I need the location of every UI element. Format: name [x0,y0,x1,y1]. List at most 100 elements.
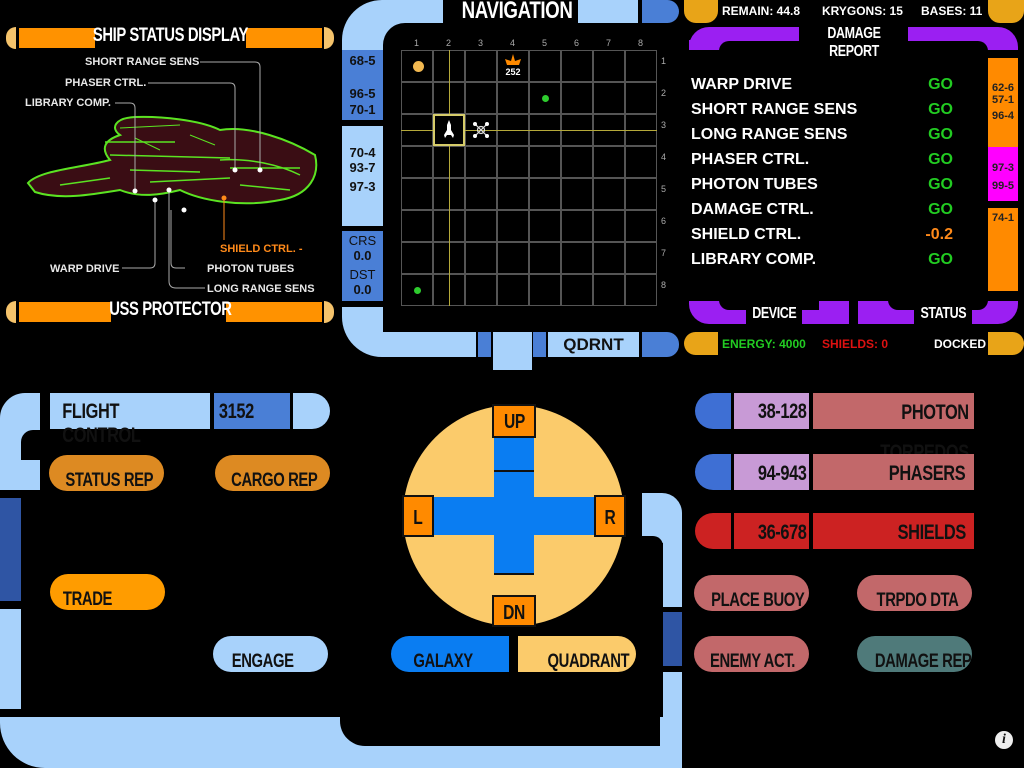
grid-cell[interactable] [593,82,625,114]
quadrant-grid[interactable]: 1 2 3 4 5 6 7 8 1 2 3 4 5 6 7 8 252 [401,38,666,306]
nav-code-block-1: 68-5 96-5 70-1 [342,50,383,120]
down-label: DN [503,602,525,624]
grid-cell[interactable] [465,210,497,242]
enemy-ship-icon[interactable]: 252 [497,50,529,82]
nav-code: 97-3 [349,179,376,194]
cargo-rep-button[interactable]: CARGO REP [215,455,330,491]
grid-cell[interactable] [593,146,625,178]
grid-cell[interactable] [401,82,433,114]
grid-cell[interactable] [625,146,657,178]
grid-cell[interactable] [401,146,433,178]
nav-code: 70-4 [349,145,376,160]
device-status: GO [928,251,953,268]
grid-cell[interactable] [465,274,497,306]
starbase-icon[interactable] [465,114,497,146]
grid-cell[interactable] [593,178,625,210]
damage-row: SHORT RANGE SENS GO [691,101,961,123]
grid-cell[interactable] [561,82,593,114]
star-icon[interactable] [401,50,433,82]
label-warp-drive: WARP DRIVE [50,263,120,275]
info-icon[interactable]: i [995,731,1013,749]
qdrnt-button[interactable]: QDRNT [548,332,639,357]
grid-cell[interactable] [465,82,497,114]
shields-button[interactable]: SHIELDS [813,513,974,549]
engage-button[interactable]: ENGAGE [213,636,328,672]
grid-cell[interactable] [625,50,657,82]
grid-cell[interactable] [593,242,625,274]
player-ship-icon[interactable] [433,114,465,146]
up-button[interactable]: UP [492,404,536,438]
grid-cell[interactable] [529,146,561,178]
grid-cell[interactable] [561,274,593,306]
galaxy-button[interactable]: GALAXY [391,636,509,672]
grid-cell[interactable] [561,210,593,242]
grid-row-number: 8 [661,280,667,290]
phasers-button[interactable]: PHASERS [813,454,974,490]
planet-icon[interactable] [401,274,433,306]
nav-code: 68-5 [349,53,376,68]
grid-cell[interactable] [625,242,657,274]
grid-cell[interactable] [561,146,593,178]
nav-frame-bottom-seg [533,332,546,357]
grid-cell[interactable] [625,274,657,306]
grid-cell[interactable] [593,210,625,242]
fc-frame-side-dark [0,498,21,601]
grid-cell[interactable] [561,178,593,210]
grid-cell[interactable] [625,210,657,242]
grid-cell[interactable] [529,50,561,82]
grid-cell[interactable] [497,210,529,242]
grid-cell[interactable] [625,82,657,114]
down-button[interactable]: DN [492,595,536,627]
planet-icon[interactable] [529,82,561,114]
grid-cell[interactable] [529,178,561,210]
grid-cell[interactable] [593,50,625,82]
damage-rep-button[interactable]: DAMAGE REP. [857,636,972,672]
side-code: 74-1 [991,212,1015,224]
krygons-stat: KRYGONS: 15 [822,4,903,18]
place-buoy-button[interactable]: PLACE BUOY [694,575,809,611]
left-button[interactable]: L [402,495,434,537]
grid-cell[interactable] [497,274,529,306]
grid-cell[interactable] [465,146,497,178]
grid-cell[interactable] [465,242,497,274]
grid-cell[interactable] [465,178,497,210]
grid-cell[interactable] [529,210,561,242]
grid-cell[interactable] [497,82,529,114]
trade-button[interactable]: TRADE [50,574,165,610]
damage-row: PHASER CTRL. GO [691,151,961,173]
right-button[interactable]: R [594,495,626,537]
enemy-act-button[interactable]: ENEMY ACT. [694,636,809,672]
grid-cell[interactable] [401,178,433,210]
grid-cell[interactable] [625,178,657,210]
grid-cell[interactable] [561,242,593,274]
energy-stat: ENERGY: 4000 [722,337,806,351]
grid-cell[interactable] [497,178,529,210]
nav-frame-bottom-tab [493,332,532,370]
dmg-side-tab-b: 97-3 99-5 [988,147,1018,201]
damage-rep-label: DAMAGE REP. [874,651,972,672]
grid-cell[interactable] [465,50,497,82]
ship-name: USS PROTECTOR [108,299,232,320]
ship-status-header-bar: SHIP STATUS DISPLAY [6,25,334,49]
ship-status-title: SHIP STATUS DISPLAY [92,25,248,46]
phaser-cap [695,454,731,490]
status-rep-button[interactable]: STATUS REP [49,455,164,491]
grid-col-number: 1 [414,38,420,48]
grid-cell[interactable] [401,242,433,274]
trpdo-dta-button[interactable]: TRPDO DTA [857,575,972,611]
flight-code-block: 3152 [214,393,290,429]
grid-cell[interactable] [561,50,593,82]
photon-torpedos-button[interactable]: PHOTON TORPEDOS [813,393,974,464]
quadrant-button[interactable]: QUADRANT [518,636,636,672]
grid-cell[interactable] [497,146,529,178]
grid-cell[interactable] [401,210,433,242]
phaser-code: 94-943 [757,462,807,485]
grid-cell[interactable] [529,242,561,274]
grid-col-number: 4 [510,38,516,48]
grid-cell[interactable] [497,242,529,274]
device-status: -0.2 [925,226,953,243]
grid-row-number: 6 [661,216,667,226]
grid-cell[interactable] [529,274,561,306]
nav-frame-top-cap [642,0,679,23]
grid-cell[interactable] [593,274,625,306]
